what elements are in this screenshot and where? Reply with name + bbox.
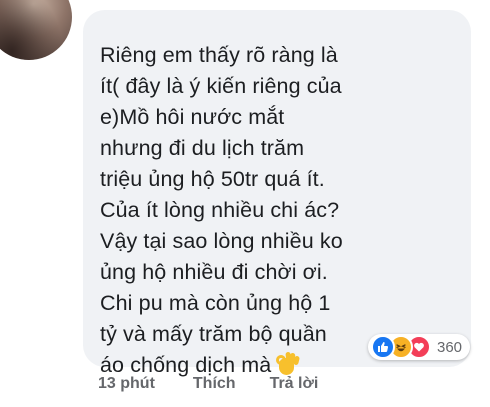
comment-line: ủng hộ nhiều đi chời ơi.	[100, 260, 328, 284]
comment-line: Chi pu mà còn ủng hộ 1	[100, 291, 331, 315]
comment-text: Riêng em thấy rõ ràng là ít( đây là ý ki…	[100, 40, 457, 381]
comment-line: nhưng đi du lịch trăm	[100, 136, 305, 160]
avatar-photo	[0, 0, 72, 60]
comment-timestamp[interactable]: 13 phút	[98, 375, 155, 393]
like-button[interactable]: Thích	[193, 375, 236, 393]
comment-line: áo chống dịch mà	[100, 353, 272, 377]
reaction-count: 360	[437, 338, 463, 356]
comment-bubble: Riêng em thấy rõ ràng là ít( đây là ý ki…	[83, 10, 471, 377]
comment-line: Của ít lòng nhiều chi ác?	[100, 198, 340, 222]
reply-button[interactable]: Trả lời	[270, 375, 319, 393]
ok-hand-emoji-icon	[275, 351, 301, 376]
commenter-avatar[interactable]	[0, 0, 72, 60]
comment-line: Vậy tại sao lòng nhiều ko	[100, 229, 343, 253]
comment-line: ít( đây là ý kiến riêng của	[100, 74, 342, 98]
reactions-summary[interactable]: 360	[368, 334, 471, 360]
comment-line: triệu ủng hộ 50tr quá ít.	[100, 167, 325, 191]
like-icon	[371, 335, 395, 359]
comment-line: e)Mồ hôi nước mắt	[100, 105, 285, 129]
comment-actions: 13 phút Thích Trả lời	[98, 375, 352, 393]
comment-line: Riêng em thấy rõ ràng là	[100, 43, 338, 67]
